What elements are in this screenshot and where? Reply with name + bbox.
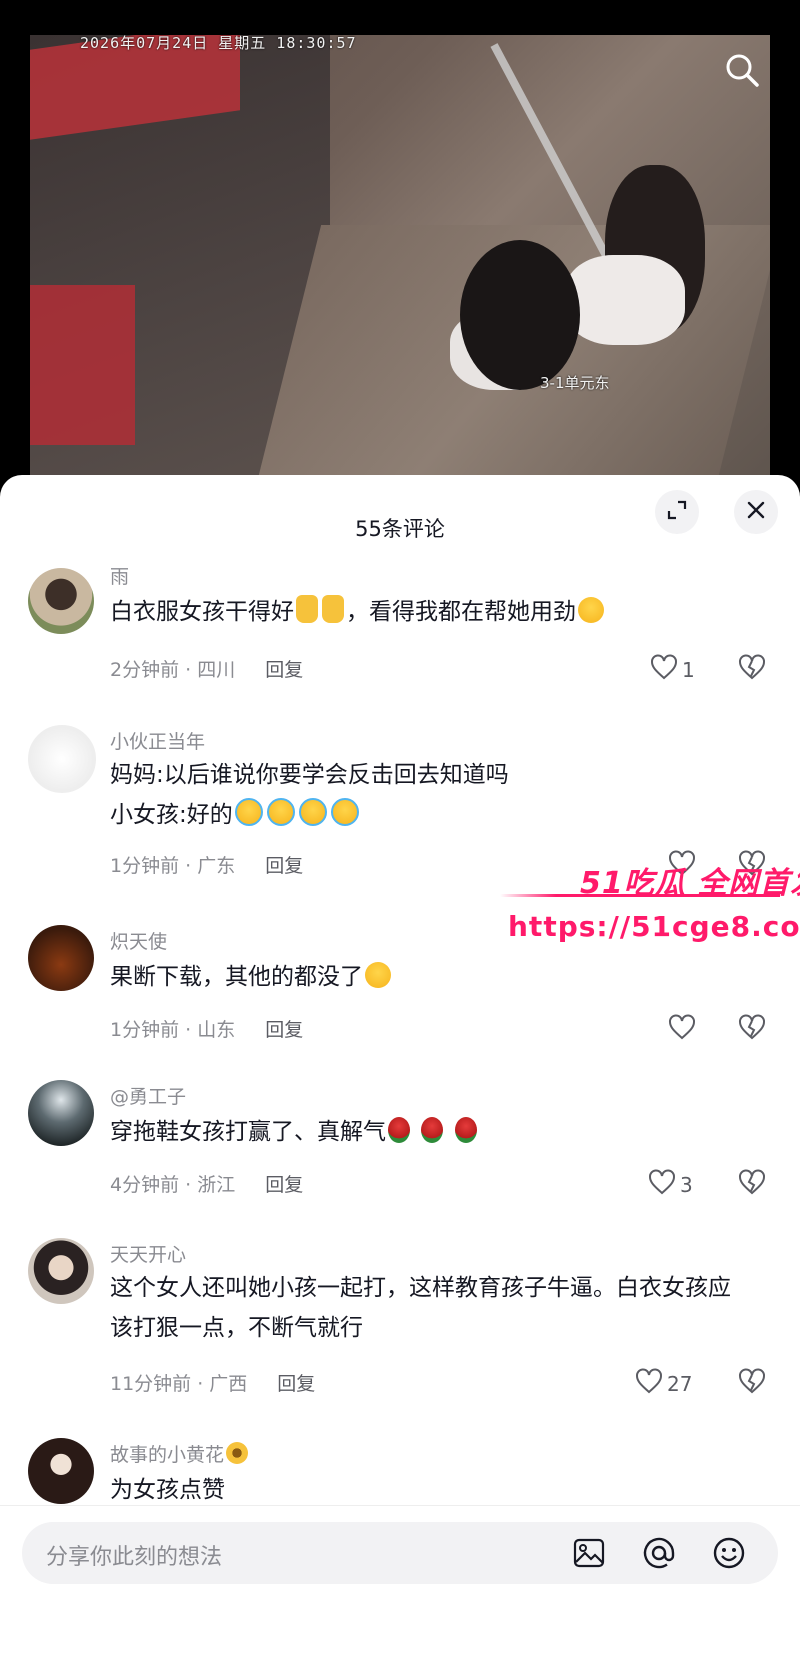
comment-text: 白衣服女孩干得好 ，看得我都在帮她用劲	[110, 592, 750, 632]
laughing-emoji-icon	[578, 597, 604, 623]
comment-username[interactable]: @勇工子	[110, 1082, 186, 1109]
like-button[interactable]	[668, 1014, 696, 1045]
emoji-icon[interactable]	[710, 1534, 748, 1572]
thumbs-up-icon	[296, 595, 318, 623]
heart-icon	[635, 1368, 663, 1399]
like-count: 3	[680, 1172, 693, 1197]
broken-heart-icon	[738, 1368, 766, 1398]
like-button[interactable]: 1	[650, 654, 695, 685]
comment-text: 为女孩点赞	[110, 1477, 225, 1503]
grinning-emoji-icon	[365, 962, 391, 988]
comment-username[interactable]: 天天开心	[110, 1240, 186, 1267]
expand-button[interactable]	[655, 490, 699, 534]
reply-button[interactable]: 回复	[265, 1174, 303, 1196]
comment-username[interactable]: 小伙正当年	[110, 727, 205, 754]
dislike-button[interactable]	[738, 654, 766, 684]
comment-meta: 11分钟前 · 广西 回复	[110, 1373, 316, 1395]
comment-meta: 2分钟前 · 四川 回复	[110, 659, 304, 681]
avatar[interactable]	[28, 1080, 94, 1146]
rose-icon	[454, 1117, 477, 1143]
dislike-button[interactable]	[738, 1368, 766, 1398]
watermark-divider	[500, 894, 780, 897]
mention-icon[interactable]	[640, 1534, 678, 1572]
comment-meta: 1分钟前 · 广东 回复	[110, 855, 304, 877]
avatar[interactable]	[28, 1238, 94, 1304]
sunflower-icon	[226, 1442, 249, 1464]
comment-username[interactable]: 故事的小黄花	[110, 1440, 250, 1467]
avatar[interactable]	[28, 568, 94, 634]
video-player[interactable]: 2026年07月24日 星期五 18:30:57 3-1单元东	[0, 0, 800, 490]
crying-laugh-emoji-icon	[266, 798, 295, 826]
rose-icon	[388, 1117, 410, 1143]
like-button[interactable]: 3	[648, 1169, 693, 1200]
watermark-url: https://51cge8.com	[508, 910, 800, 943]
reply-button[interactable]: 回复	[265, 855, 303, 877]
heart-icon	[648, 1169, 676, 1200]
heart-icon	[668, 1014, 696, 1045]
reply-button[interactable]: 回复	[277, 1373, 315, 1395]
broken-heart-icon	[738, 1169, 766, 1199]
dislike-button[interactable]	[738, 1014, 766, 1044]
thumbs-up-icon	[322, 595, 344, 623]
comment-text: 这个女人还叫她小孩一起打，这样教育孩子牛逼。白衣女孩应该打狠一点，不断气就行	[110, 1275, 731, 1341]
dislike-button[interactable]	[738, 1169, 766, 1199]
like-button[interactable]: 27	[635, 1368, 692, 1399]
comment-meta: 1分钟前 · 山东 回复	[110, 1019, 304, 1041]
image-icon[interactable]	[570, 1534, 608, 1572]
comment-composer: 分享你此刻的想法	[0, 1505, 800, 1659]
comment-text: 果断下载，其他的都没了	[110, 957, 750, 997]
search-icon[interactable]	[722, 50, 762, 90]
broken-heart-icon	[738, 1014, 766, 1044]
comment-text: 妈妈:以后谁说你要学会反击回去知道吗 小女孩:好的	[110, 762, 509, 828]
cctv-timestamp: 2026年07月24日 星期五 18:30:57	[80, 34, 357, 52]
close-button[interactable]	[734, 490, 778, 534]
avatar[interactable]	[28, 925, 94, 991]
comment-meta: 4分钟前 · 浙江 回复	[110, 1174, 304, 1196]
comment-input-placeholder: 分享你此刻的想法	[46, 1545, 223, 1570]
comment-text: 穿拖鞋女孩打赢了、真解气	[110, 1112, 750, 1152]
like-count: 1	[682, 657, 695, 682]
expand-icon	[666, 499, 688, 525]
rose-icon	[421, 1117, 444, 1143]
comment-username[interactable]: 雨	[110, 562, 129, 589]
crying-laugh-emoji-icon	[330, 798, 359, 826]
comment-username[interactable]: 炽天使	[110, 927, 167, 954]
comment-input[interactable]: 分享你此刻的想法	[22, 1522, 778, 1584]
heart-icon	[650, 654, 678, 685]
like-count: 27	[667, 1371, 693, 1396]
avatar[interactable]	[28, 725, 96, 793]
broken-heart-icon	[738, 654, 766, 684]
reply-button[interactable]: 回复	[265, 1019, 303, 1041]
crying-laugh-emoji-icon	[234, 798, 263, 826]
reply-button[interactable]: 回复	[265, 659, 303, 681]
cctv-frame	[30, 35, 770, 475]
crying-laugh-emoji-icon	[298, 798, 327, 826]
close-icon	[746, 500, 766, 524]
avatar[interactable]	[28, 1438, 94, 1504]
cctv-location-label: 3-1单元东	[540, 374, 610, 392]
